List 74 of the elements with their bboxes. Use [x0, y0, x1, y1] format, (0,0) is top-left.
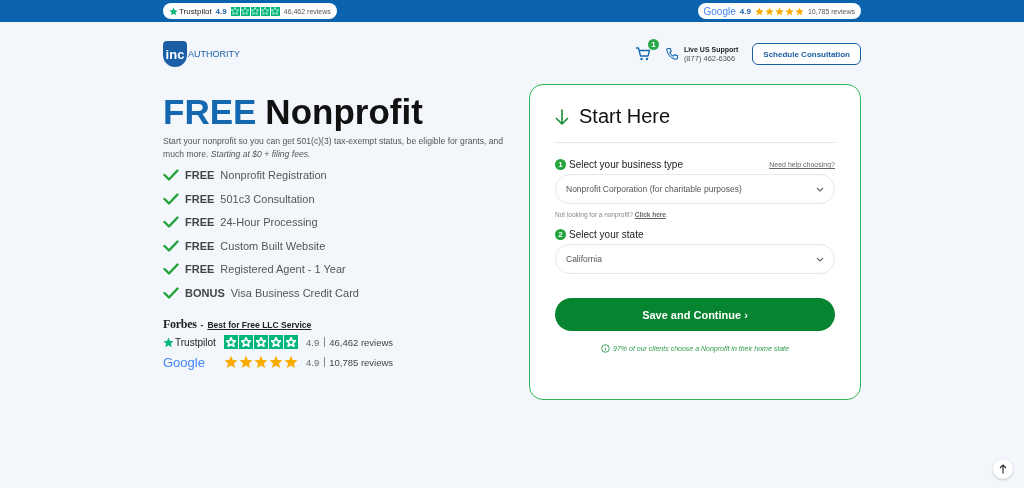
chevron-down-icon [816, 256, 824, 262]
star-icon [254, 355, 268, 369]
star-icon [794, 6, 804, 16]
brand-name: Forbes [163, 317, 197, 332]
feature-text: Visa Business Credit Card [230, 286, 359, 299]
star-icon [774, 6, 784, 16]
feature-text: Custom Built Website [220, 239, 326, 252]
feature-tag: FREE [185, 169, 215, 182]
star-icon [270, 6, 280, 16]
chevron-down-icon [816, 186, 824, 192]
star-icon [284, 355, 298, 369]
cart-count-badge: 1 [647, 39, 659, 50]
feature-text: Registered Agent - 1 Year [220, 263, 346, 276]
feature-tag: FREE [185, 192, 215, 205]
rating-score: 4.9 [306, 356, 320, 368]
feature-text: Nonprofit Registration [220, 169, 327, 182]
scroll-to-top-button[interactable] [993, 459, 1013, 479]
brand-name: Google [163, 354, 205, 370]
separator: - [200, 319, 204, 330]
check-icon [163, 239, 179, 252]
check-icon [163, 216, 179, 229]
star-icon [250, 6, 260, 16]
brand-name: Trustpilot [179, 6, 212, 16]
feature-tag: BONUS [185, 286, 225, 299]
step-number-badge: 1 [555, 159, 566, 170]
phone-icon [664, 47, 679, 61]
rating-score: 4.9 [306, 336, 320, 348]
schedule-consultation-button[interactable]: Schedule Consultation [752, 43, 861, 65]
star-icon [254, 335, 268, 349]
star-icon [163, 336, 174, 348]
check-icon [163, 192, 179, 205]
rating-score: 4.9 [215, 6, 227, 16]
cart-icon [634, 46, 651, 62]
headline-highlight: FREE [163, 94, 257, 130]
field-label: Select your state [569, 229, 644, 240]
brand-name: Google [703, 5, 736, 17]
star-icon [260, 6, 270, 16]
description: Start your nonprofit so you can get 501(c)(3) tax-exempt status, be eligible for grants, and much more. Starting at $0 + filing fees. [163, 135, 505, 161]
star-icon [784, 6, 794, 16]
star-icon [284, 335, 298, 349]
star-icon [169, 6, 178, 16]
star-icon [269, 335, 283, 349]
headline: Nonprofit [265, 94, 423, 130]
star-icon [230, 6, 240, 16]
feature-text: 24-Hour Processing [220, 216, 318, 229]
form-title: Start Here [579, 105, 671, 128]
rating-score: 4.9 [739, 6, 751, 16]
star-icon [239, 335, 253, 349]
star-icon [239, 355, 253, 369]
logo-text: AUTHORITY [188, 49, 240, 59]
review-count: 46,462 reviews [329, 336, 394, 348]
check-icon [163, 263, 179, 276]
award-link[interactable]: Best for Free LLC Service [207, 319, 312, 330]
feature-text: 501c3 Consultation [220, 192, 315, 205]
feature-tag: FREE [185, 239, 215, 252]
check-icon [163, 169, 179, 182]
info-icon [601, 344, 611, 353]
star-icon [224, 335, 238, 349]
check-icon [163, 286, 179, 299]
field-label: Select your business type [569, 159, 683, 170]
arrow-down-icon [555, 108, 569, 125]
save-and-continue-button[interactable]: Save and Continue › [555, 298, 835, 331]
arrow-up-icon [999, 464, 1007, 474]
star-icon [240, 6, 250, 16]
review-count: 10,785 reviews [329, 356, 394, 368]
feature-tag: FREE [185, 263, 215, 276]
feature-tag: FREE [185, 216, 215, 229]
star-icon [224, 355, 238, 369]
brand-name: Trustpilot [175, 336, 216, 348]
logo-mark: inc [163, 41, 187, 67]
star-icon [754, 6, 764, 16]
star-icon [764, 6, 774, 16]
step-number-badge: 2 [555, 229, 566, 240]
star-icon [269, 355, 283, 369]
